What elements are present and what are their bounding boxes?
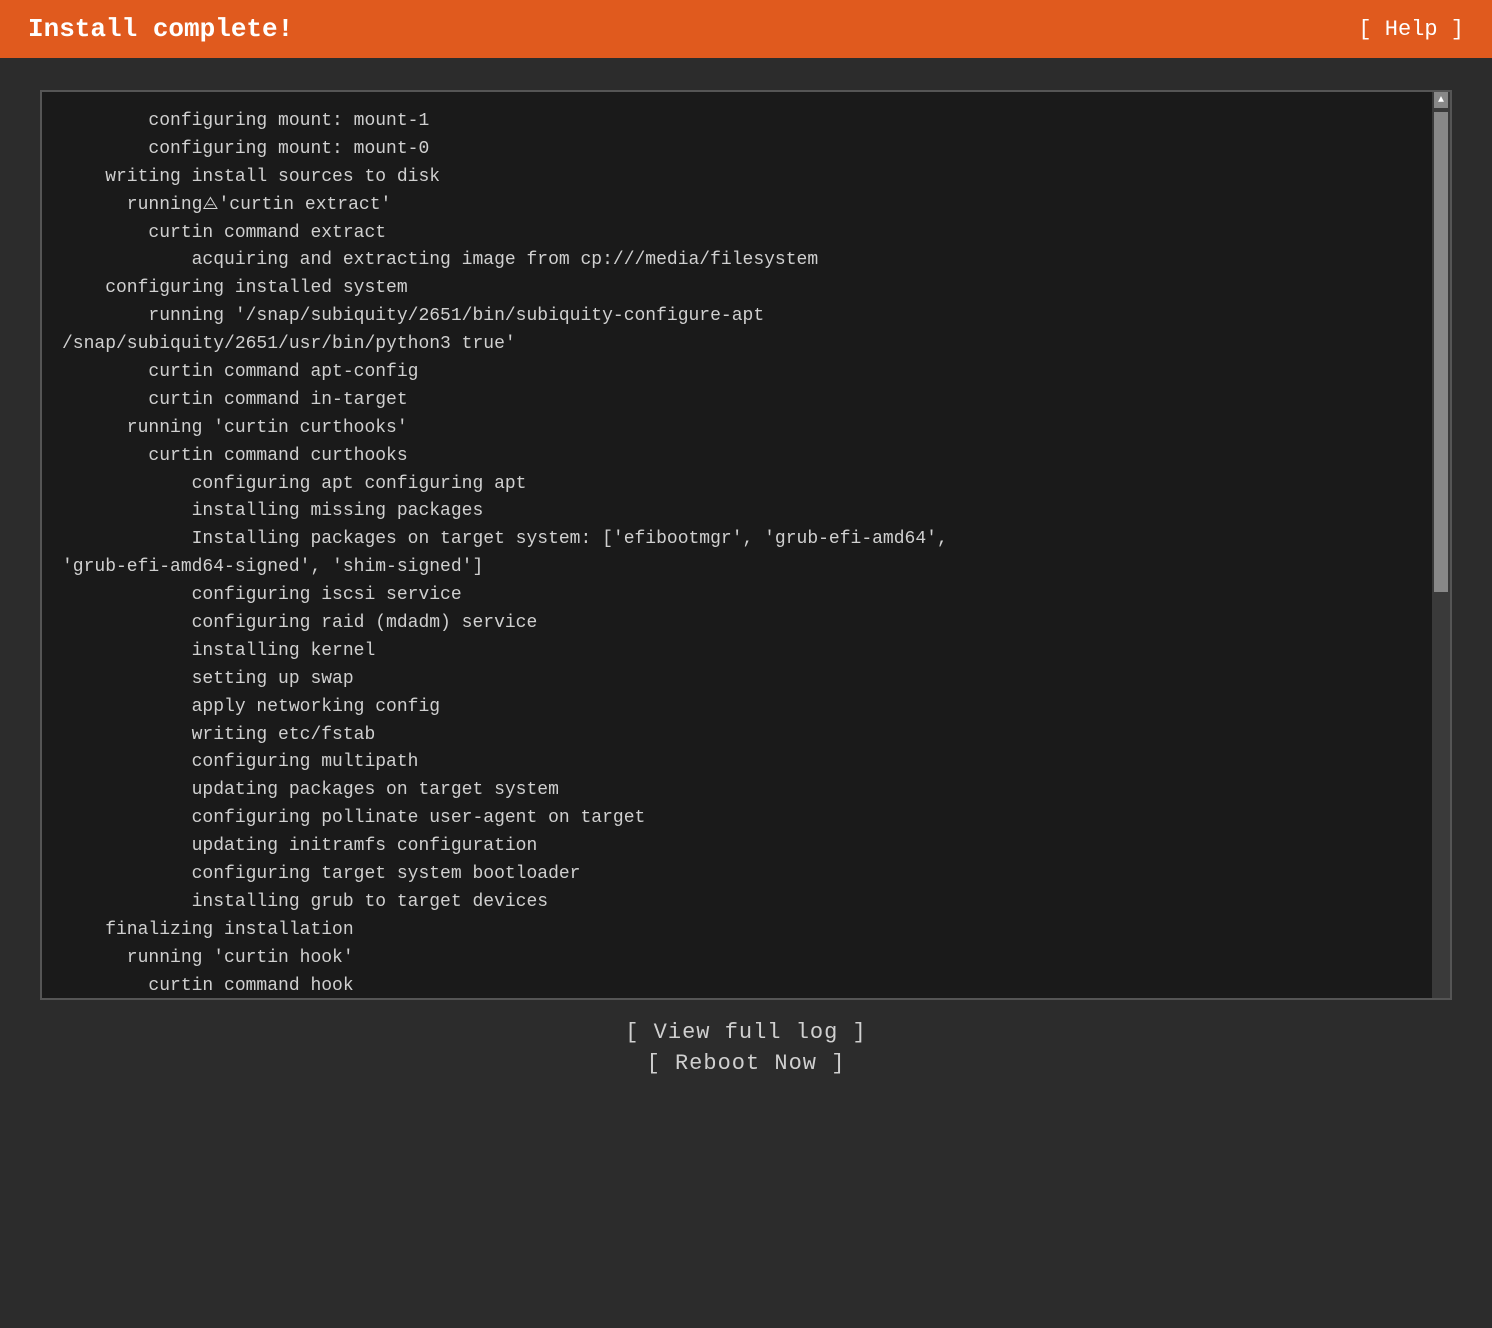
log-container: configuring mount: mount-1 configuring m… [40,90,1452,1000]
reboot-now-button[interactable]: [ Reboot Now ] [647,1051,846,1076]
header: Install complete! [ Help ] [0,0,1492,58]
log-output: configuring mount: mount-1 configuring m… [42,92,1450,998]
header-title: Install complete! [28,14,293,44]
scrollbar-thumb[interactable] [1434,112,1448,592]
view-full-log-button[interactable]: [ View full log ] [625,1020,866,1045]
help-button[interactable]: [ Help ] [1358,17,1464,42]
scrollbar-up-arrow[interactable]: ▲ [1434,92,1448,108]
scrollbar[interactable]: ▲ [1432,92,1450,998]
footer: [ View full log ] [ Reboot Now ] [0,1020,1492,1076]
